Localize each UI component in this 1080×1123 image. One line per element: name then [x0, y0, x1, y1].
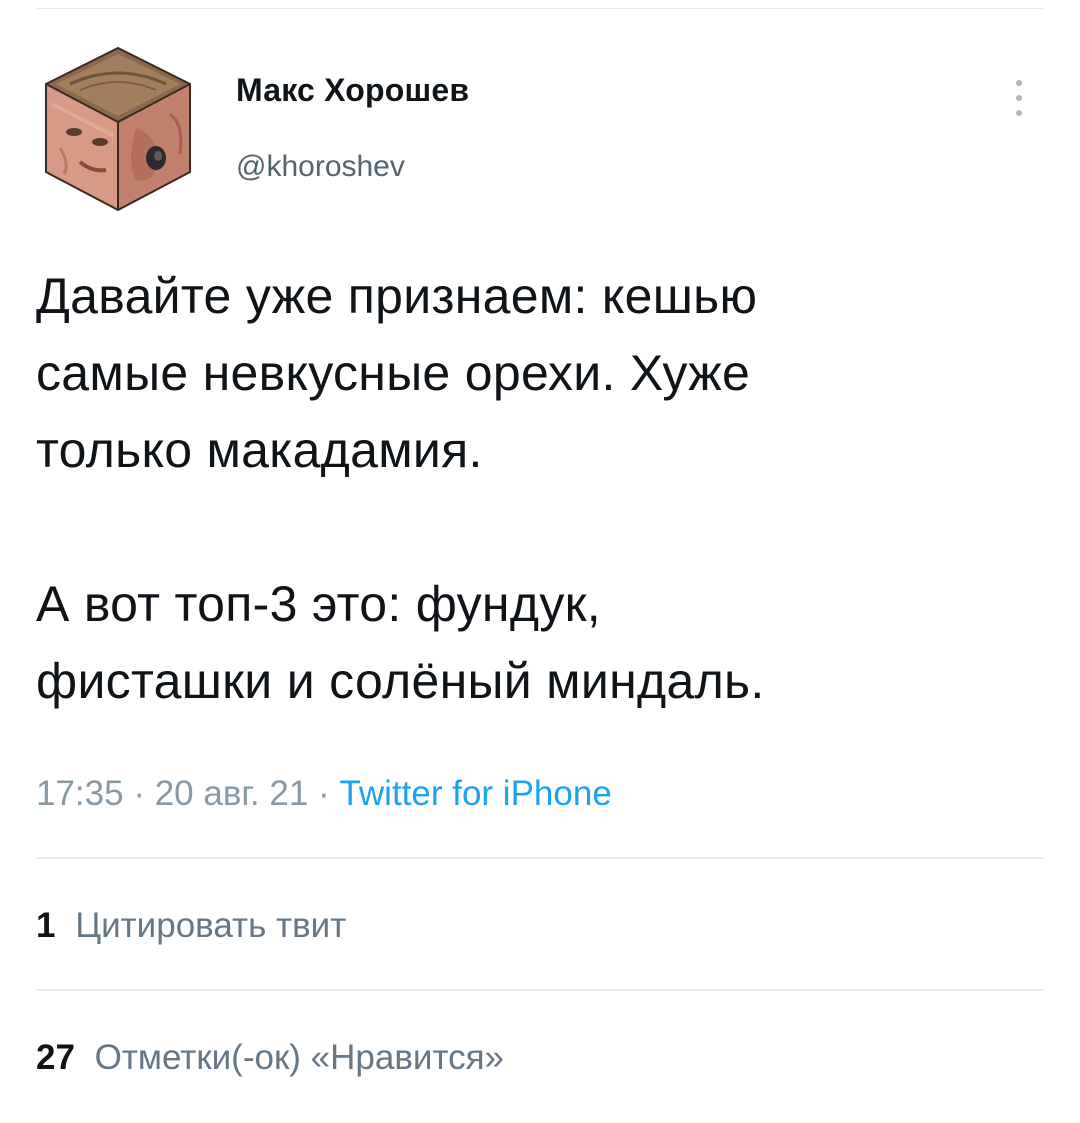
like-count: 27: [36, 1038, 75, 1077]
tweet-paragraph: Давайте уже признаем: кешью самые невкус…: [36, 268, 758, 478]
meta-separator: ·: [318, 774, 330, 813]
like-label: Отметки(-ок) «Нравится»: [94, 1038, 505, 1077]
author-display-name[interactable]: Макс Хорошев: [236, 72, 469, 109]
cube-face-avatar-icon: [45, 46, 191, 212]
quote-tweets-stat[interactable]: 1 Цитировать твит: [36, 906, 346, 946]
tweet-paragraph: А вот топ-3 это: фундук, фисташки и солё…: [36, 576, 765, 709]
quote-count: 1: [36, 906, 56, 945]
likes-stat[interactable]: 27 Отметки(-ок) «Нравится»: [36, 1038, 504, 1078]
tweet-date: 20 авг. 21: [154, 774, 309, 813]
meta-separator: ·: [133, 774, 145, 813]
more-options-icon[interactable]: [1004, 76, 1034, 120]
avatar[interactable]: [40, 44, 196, 214]
divider: [36, 989, 1044, 991]
quote-label: Цитировать твит: [75, 906, 347, 945]
tweet-meta: 17:35 · 20 авг. 21 · Twitter for iPhone: [36, 774, 612, 814]
top-divider: [36, 8, 1044, 9]
tweet-source-link[interactable]: Twitter for iPhone: [339, 774, 611, 813]
author-handle[interactable]: @khoroshev: [236, 150, 405, 184]
divider: [36, 857, 1044, 859]
tweet-text: Давайте уже признаем: кешью самые невкус…: [36, 258, 1046, 720]
tweet-time: 17:35: [36, 774, 124, 813]
